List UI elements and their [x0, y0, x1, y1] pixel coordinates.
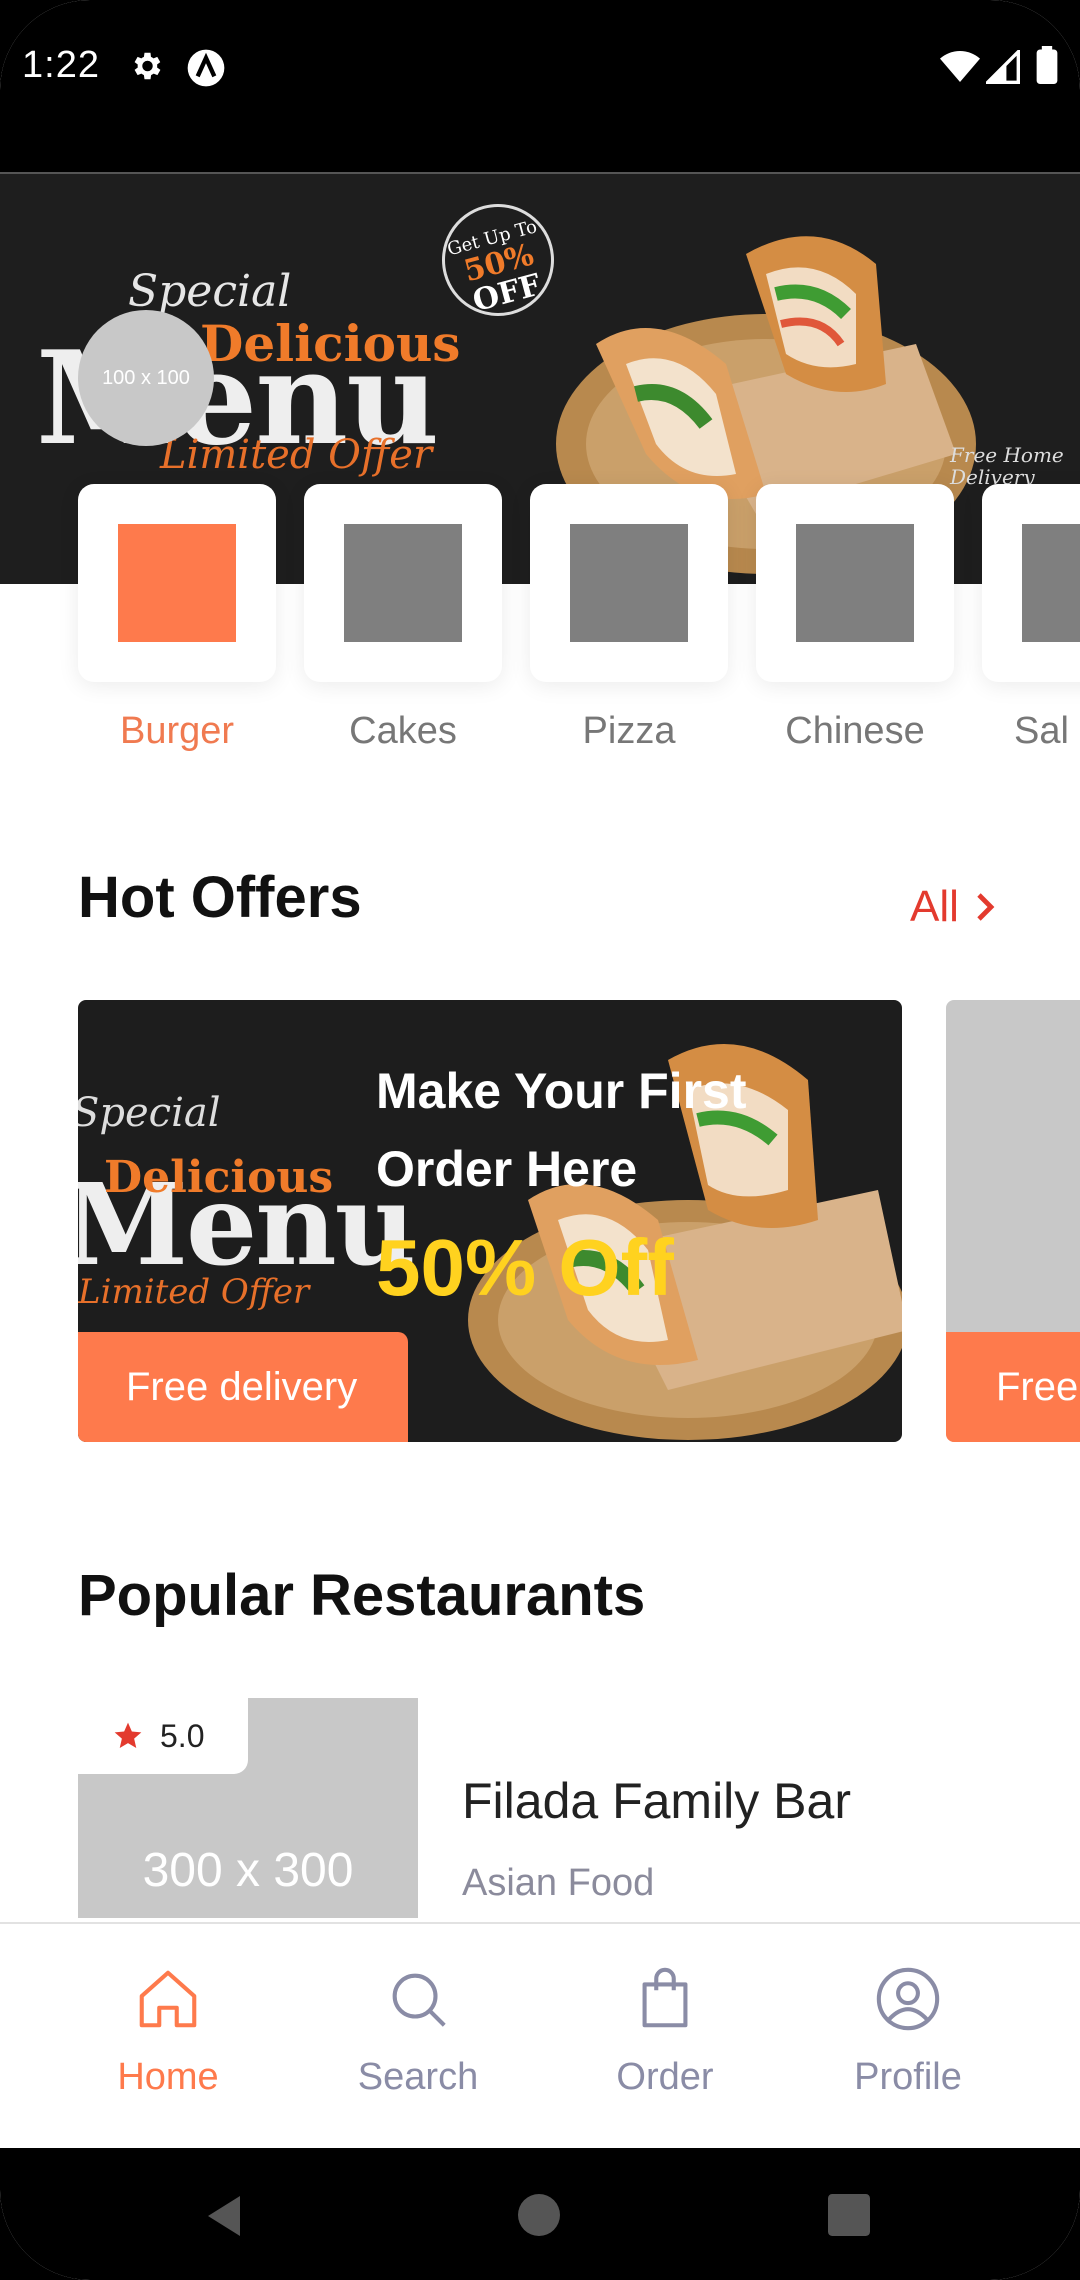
nav-profile[interactable]: Profile — [808, 1964, 1008, 2099]
category-card-burger[interactable] — [78, 484, 276, 682]
see-all-label: All — [910, 882, 959, 931]
category-label[interactable]: Chinese — [756, 710, 954, 753]
offer-limited-text: Limited Offer — [78, 1272, 310, 1312]
banner-free-delivery-text: Free Home Delivery — [950, 443, 1064, 489]
offer-card[interactable]: Special Menu Delicious Limited Offer Mak… — [78, 1000, 902, 1442]
home-icon — [139, 1970, 197, 2028]
category-card-chinese[interactable] — [756, 484, 954, 682]
wifi-icon — [940, 51, 980, 82]
category-card-pizza[interactable] — [530, 484, 728, 682]
see-all-link[interactable]: All — [910, 882, 995, 932]
offer-delicious-text: Delicious — [104, 1152, 334, 1203]
category-label[interactable]: Sal — [982, 710, 1080, 753]
status-bar: 1:22 — [0, 0, 1080, 172]
restaurant-name[interactable]: Filada Family Bar — [462, 1772, 851, 1830]
app-screen: 1:22 Special Menu Delicious Limited Offe… — [0, 0, 1080, 2280]
offer-special-text: Special — [78, 1090, 221, 1136]
rating-value: 5.0 — [160, 1717, 205, 1754]
status-time: 1:22 — [22, 44, 100, 86]
category-list: Burger Cakes Pizza Chinese Sal — [0, 484, 1080, 764]
signal-icon — [986, 50, 1020, 84]
category-image — [118, 524, 236, 642]
accessibility-app-icon — [187, 49, 225, 87]
search-icon — [392, 1973, 446, 2027]
avatar[interactable]: 100 x 100 — [78, 310, 214, 446]
category-image — [344, 524, 462, 642]
category-label[interactable]: Pizza — [530, 710, 728, 753]
profile-icon — [876, 1967, 940, 2031]
back-icon[interactable] — [204, 2194, 244, 2238]
category-label[interactable]: Burger — [78, 710, 276, 753]
category-card-salad[interactable] — [982, 484, 1080, 682]
nav-order[interactable]: Order — [565, 1964, 765, 2099]
popular-restaurants-title: Popular Restaurants — [78, 1563, 646, 1628]
banner-delicious-text: Delicious — [200, 314, 461, 373]
home-button-icon[interactable] — [518, 2194, 560, 2236]
shopping-bag-icon — [642, 1967, 688, 2028]
category-label[interactable]: Cakes — [304, 710, 502, 753]
nav-label: Home — [117, 2056, 219, 2098]
gear-icon — [134, 52, 161, 80]
category-image — [1022, 524, 1080, 642]
chevron-right-icon — [977, 893, 995, 921]
rating-badge: 5.0 — [78, 1698, 248, 1774]
banner-limited-text: Limited Offer — [160, 432, 433, 478]
battery-icon — [1036, 46, 1058, 84]
category-image — [796, 524, 914, 642]
category-image — [570, 524, 688, 642]
nav-label: Order — [616, 2056, 714, 2098]
hot-offers-title: Hot Offers — [78, 865, 362, 930]
free-delivery-tag: Free — [946, 1332, 1080, 1442]
system-navigation-bar — [0, 2148, 1080, 2280]
offer-card[interactable]: Free — [946, 1000, 1080, 1442]
category-card-cakes[interactable] — [304, 484, 502, 682]
offer-discount: 50% Off — [376, 1223, 674, 1312]
free-delivery-tag: Free delivery — [78, 1332, 408, 1442]
nav-home[interactable]: Home — [68, 1964, 268, 2099]
nav-label: Profile — [854, 2056, 962, 2098]
nav-label: Search — [357, 2056, 479, 2098]
bottom-navigation: Home Search Order Profile — [0, 1922, 1080, 2148]
nav-search[interactable]: Search — [318, 1964, 518, 2099]
recents-icon[interactable] — [828, 2194, 870, 2236]
restaurant-cuisine: Asian Food — [462, 1862, 655, 1904]
star-icon — [114, 1722, 142, 1748]
offer-title: Make Your First Order Here — [376, 1063, 747, 1197]
